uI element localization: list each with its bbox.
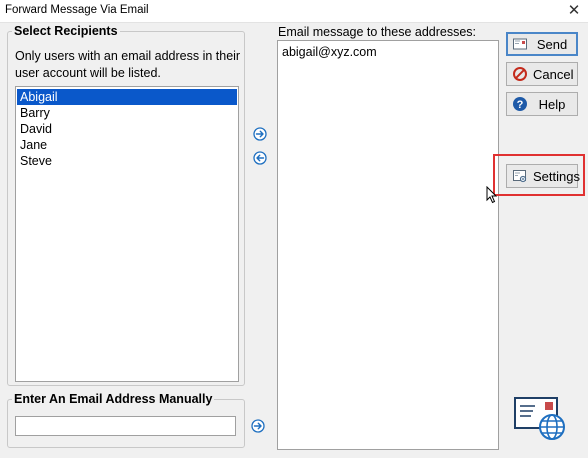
help-button[interactable]: ? Help [506,92,578,116]
cancel-icon [513,67,527,81]
recipient-item-barry[interactable]: Barry [17,105,237,121]
recipients-listbox[interactable]: Abigail Barry David Jane Steve [15,86,239,382]
mouse-cursor-icon [486,186,498,204]
arrow-left-icon[interactable] [253,151,267,165]
recipient-item-steve[interactable]: Steve [17,153,237,169]
email-globe-icon [514,397,565,440]
send-icon [513,37,527,51]
email-list-label: Email message to these addresses: [278,25,477,39]
select-recipients-legend: Select Recipients [14,24,118,38]
email-address-item[interactable]: abigail@xyz.com [282,45,377,59]
add-manual-arrow-icon[interactable] [251,419,265,433]
manual-email-legend: Enter An Email Address Manually [14,392,213,406]
svg-text:?: ? [517,99,524,111]
title-bar: Forward Message Via Email ✕ [0,0,588,23]
send-button[interactable]: Send [506,32,578,56]
email-address-list[interactable]: abigail@xyz.com [277,40,499,450]
help-label: Help [538,96,566,112]
close-icon[interactable]: ✕ [564,1,584,21]
recipient-item-david[interactable]: David [17,121,237,137]
cancel-button[interactable]: Cancel [506,62,578,86]
recipient-item-jane[interactable]: Jane [17,137,237,153]
window-title: Forward Message Via Email [5,4,149,16]
manual-email-input[interactable] [15,416,236,436]
settings-highlight-box [493,154,585,196]
send-label: Send [536,36,568,52]
help-icon: ? [513,97,527,111]
recipients-hint: Only users with an email address in thei… [15,49,241,80]
recipient-item-abigail[interactable]: Abigail [17,89,237,105]
arrow-right-icon[interactable] [253,127,267,141]
cancel-label: Cancel [533,66,574,82]
